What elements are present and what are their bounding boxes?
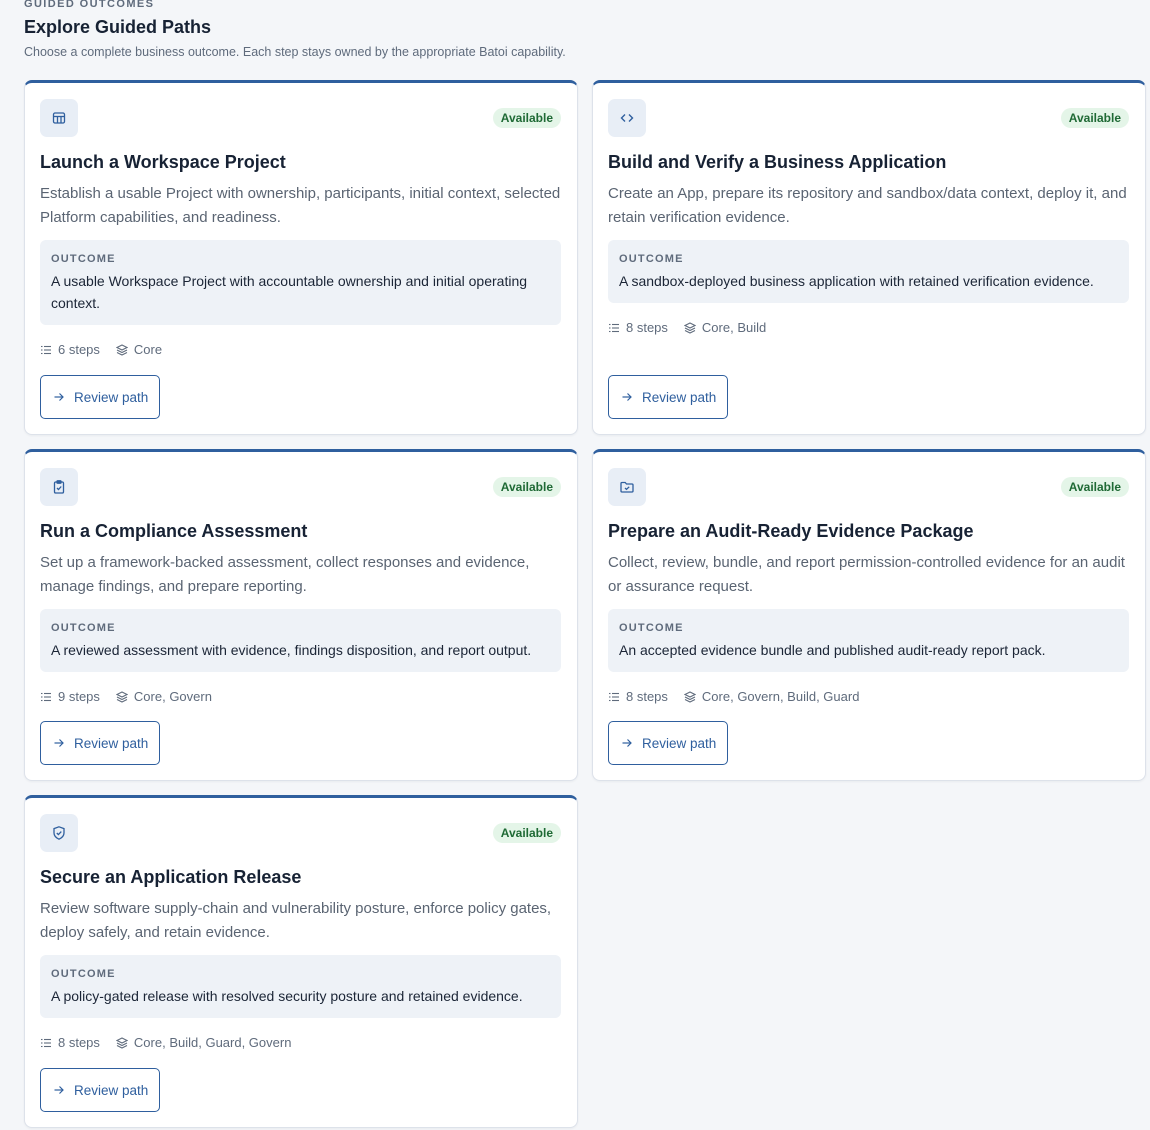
outcome-box: OUTCOME A usable Workspace Project with … xyxy=(40,240,561,325)
card-title: Secure an Application Release xyxy=(40,867,302,887)
review-path-button[interactable]: Review path xyxy=(40,1068,161,1112)
outcome-text: A sandbox-deployed business application … xyxy=(619,273,1094,289)
path-card-workspace-project: Available Launch a Workspace Project Est… xyxy=(24,80,578,435)
layers-icon xyxy=(683,691,696,703)
layers-icon xyxy=(115,344,128,356)
status-badge: Available xyxy=(492,477,561,497)
outcome-label: OUTCOME xyxy=(619,622,684,634)
clipboard-check-icon xyxy=(40,468,78,506)
list-icon xyxy=(41,1038,51,1048)
folder-check-icon xyxy=(608,468,646,506)
section-eyebrow: GUIDED OUTCOMES xyxy=(24,0,155,10)
card-title: Run a Compliance Assessment xyxy=(40,521,308,541)
arrow-right-icon xyxy=(54,1086,64,1094)
steps-count: 8 steps xyxy=(40,1035,100,1051)
outcome-text: A usable Workspace Project with accounta… xyxy=(51,273,528,311)
path-card-secure-release: Available Secure an Application Release … xyxy=(24,795,578,1128)
outcome-box: OUTCOME A reviewed assessment with evide… xyxy=(40,609,561,672)
review-path-button[interactable]: Review path xyxy=(608,721,729,765)
shield-check-icon xyxy=(40,814,78,852)
steps-count: 6 steps xyxy=(40,342,100,358)
layers-icon xyxy=(115,691,128,703)
outcome-label: OUTCOME xyxy=(51,253,116,265)
path-card-compliance-assessment: Available Run a Compliance Assessment Se… xyxy=(24,449,578,781)
arrow-right-icon xyxy=(54,393,64,401)
list-icon xyxy=(609,692,619,702)
card-meta: 8 steps Core, Build xyxy=(608,320,782,336)
card-title: Prepare an Audit-Ready Evidence Package xyxy=(608,521,974,541)
capabilities-list: Core, Govern xyxy=(115,689,212,705)
steps-count: 9 steps xyxy=(40,689,100,705)
card-meta: 9 steps Core, Govern xyxy=(40,689,228,705)
outcome-box: OUTCOME An accepted evidence bundle and … xyxy=(608,609,1129,672)
layers-icon xyxy=(683,322,696,334)
outcome-label: OUTCOME xyxy=(619,253,684,265)
review-path-button[interactable]: Review path xyxy=(40,375,161,419)
list-icon xyxy=(41,692,51,702)
card-description: Create an App, prepare its repository an… xyxy=(608,185,1127,226)
card-meta: 8 steps Core, Build, Guard, Govern xyxy=(40,1035,307,1051)
outcome-box: OUTCOME A sandbox-deployed business appl… xyxy=(608,240,1129,303)
status-badge: Available xyxy=(492,823,561,843)
arrow-right-icon xyxy=(622,393,632,401)
outcome-label: OUTCOME xyxy=(51,622,116,634)
steps-count: 8 steps xyxy=(608,320,668,336)
arrow-right-icon xyxy=(54,739,64,747)
capabilities-list: Core, Build xyxy=(683,320,766,336)
outcome-text: A reviewed assessment with evidence, fin… xyxy=(51,642,532,658)
list-icon xyxy=(41,345,51,355)
capabilities-list: Core, Govern, Build, Guard xyxy=(683,689,859,705)
outcome-box: OUTCOME A policy-gated release with reso… xyxy=(40,955,561,1018)
card-description: Review software supply-chain and vulnera… xyxy=(40,900,552,941)
card-title: Launch a Workspace Project xyxy=(40,152,286,172)
capabilities-list: Core xyxy=(115,342,162,358)
review-path-button[interactable]: Review path xyxy=(608,375,729,419)
page-title: Explore Guided Paths xyxy=(24,17,212,37)
arrow-right-icon xyxy=(622,739,632,747)
outcome-label: OUTCOME xyxy=(51,968,116,980)
status-badge: Available xyxy=(1060,108,1129,128)
code-icon xyxy=(608,99,646,137)
status-badge: Available xyxy=(492,108,561,128)
review-path-button[interactable]: Review path xyxy=(40,721,161,765)
card-meta: 8 steps Core, Govern, Build, Guard xyxy=(608,689,875,705)
table-icon xyxy=(40,99,78,137)
card-meta: 6 steps Core xyxy=(40,342,178,358)
card-description: Collect, review, bundle, and report perm… xyxy=(608,554,1125,595)
outcome-text: A policy-gated release with resolved sec… xyxy=(51,988,523,1004)
card-description: Establish a usable Project with ownershi… xyxy=(40,185,561,226)
path-card-audit-evidence: Available Prepare an Audit-Ready Evidenc… xyxy=(592,449,1146,781)
list-icon xyxy=(609,323,619,333)
path-card-business-application: Available Build and Verify a Business Ap… xyxy=(592,80,1146,435)
outcome-text: An accepted evidence bundle and publishe… xyxy=(619,642,1046,658)
card-title: Build and Verify a Business Application xyxy=(608,152,947,172)
page-header: GUIDED OUTCOMES Explore Guided Paths Cho… xyxy=(24,0,1134,60)
layers-icon xyxy=(115,1037,128,1049)
status-badge: Available xyxy=(1060,477,1129,497)
card-description: Set up a framework-backed assessment, co… xyxy=(40,554,530,595)
capabilities-list: Core, Build, Guard, Govern xyxy=(115,1035,291,1051)
page-subtitle: Choose a complete business outcome. Each… xyxy=(24,45,566,59)
steps-count: 8 steps xyxy=(608,689,668,705)
